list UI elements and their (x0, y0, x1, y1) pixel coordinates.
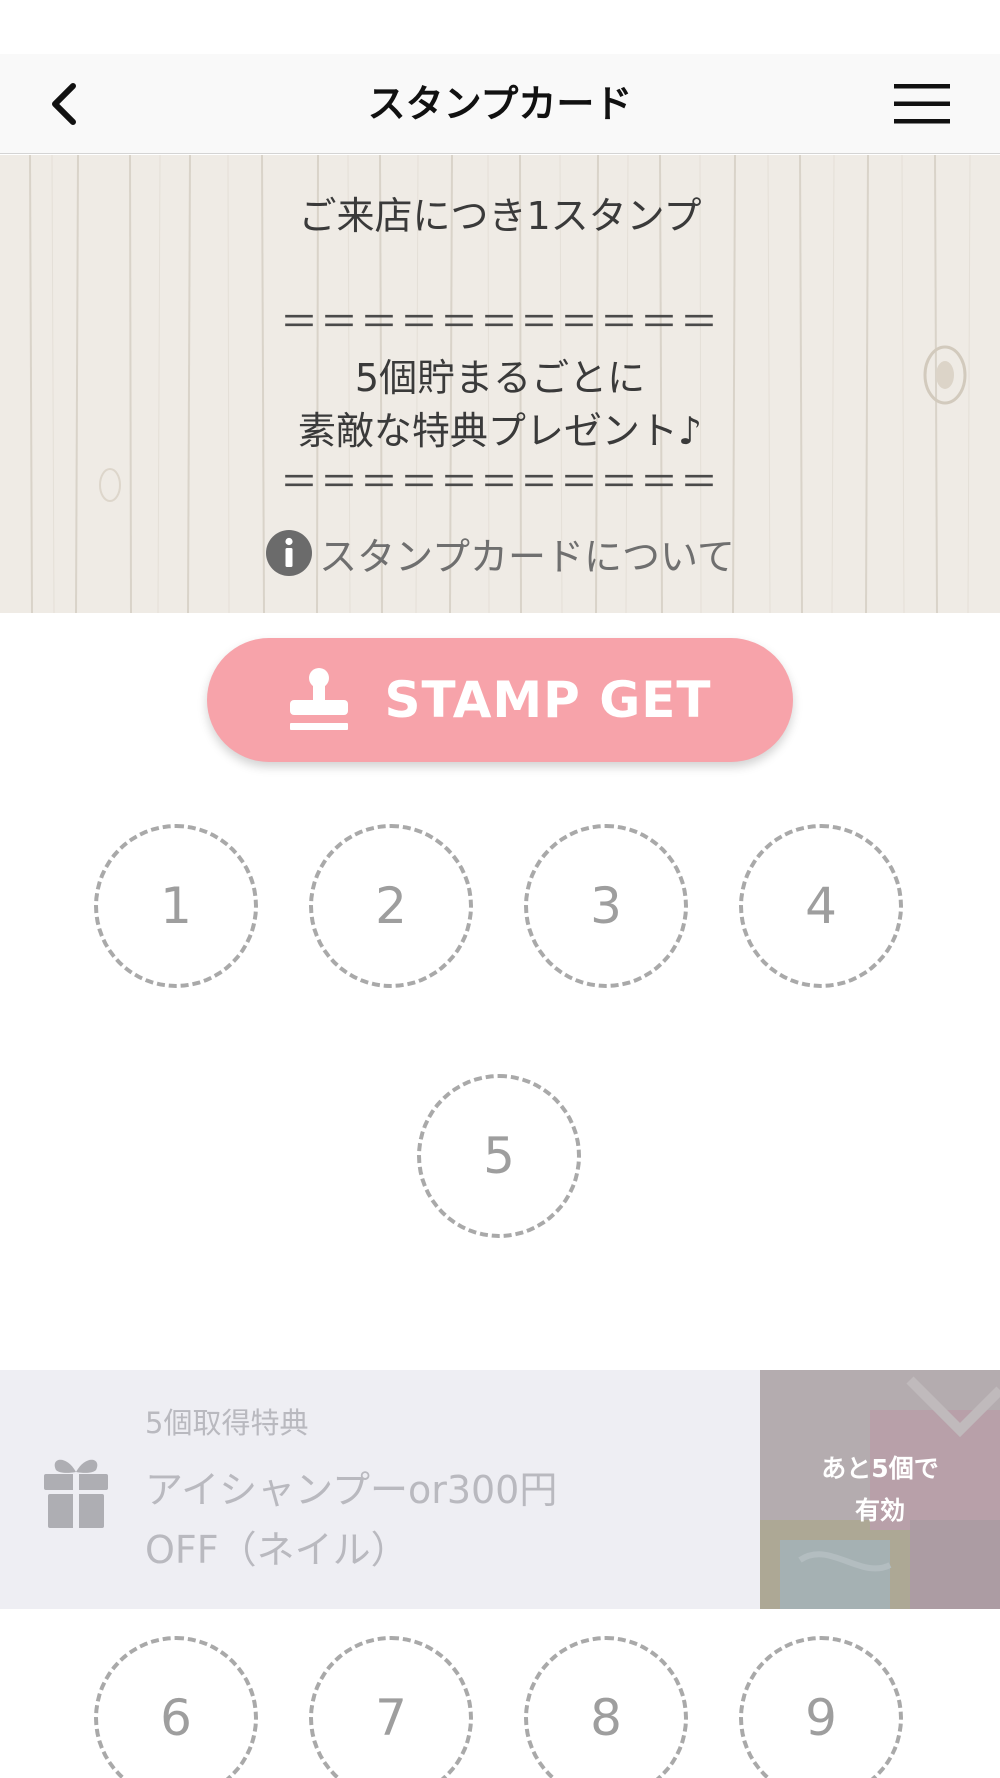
reward-status-overlay: あと5個で 有効 (760, 1370, 1000, 1609)
reward-row[interactable]: 5個取得特典 アイシャンプーor300円 OFF（ネイル） あと5個で 有効 (0, 1370, 1000, 1609)
banner-line-1: ご来店につき1スタンプ (298, 194, 702, 238)
reward-thumbnail: あと5個で 有効 (760, 1370, 1000, 1609)
reward-status-line-2: 有効 (854, 1495, 905, 1525)
stamp-slot-8: 8 (524, 1636, 688, 1778)
reward-caption: 5個取得特典 (145, 1406, 309, 1440)
banner-separator-bottom: ＝＝＝＝＝＝＝＝＝＝＝ (279, 460, 720, 504)
stamp-slot-4: 4 (739, 824, 903, 988)
about-link-label: スタンプカードについて (319, 534, 735, 579)
banner-line-3: 素敵な特典プレゼント♪ (297, 409, 703, 453)
banner-separator-top: ＝＝＝＝＝＝＝＝＝＝＝ (279, 300, 720, 344)
info-icon (266, 530, 313, 576)
stamp-get-button[interactable]: STAMP GET (207, 638, 793, 762)
stamp-get-label: STAMP GET (384, 671, 712, 729)
stamp-slot-6: 6 (94, 1636, 258, 1778)
stamp-slot-2: 2 (309, 824, 473, 988)
stamp-card-screen: スタンプカード ご来店につき1スタンプ ＝＝＝＝＝＝＝＝＝＝＝ 5個貯まるごとに… (0, 0, 1000, 1778)
about-stamp-card-link[interactable]: スタンプカードについて (0, 523, 1000, 583)
stamp-slot-1: 1 (94, 824, 258, 988)
stamp-slot-5: 5 (417, 1074, 581, 1238)
banner-line-2: 5個貯まるごとに (354, 356, 646, 400)
reward-title-line-2: OFF（ネイル） (145, 1528, 409, 1572)
back-button[interactable] (30, 74, 96, 134)
hamburger-menu-icon (894, 84, 950, 124)
reward-title: アイシャンプーor300円 OFF（ネイル） (145, 1460, 745, 1580)
stamp-slot-3: 3 (524, 824, 688, 988)
info-banner: ご来店につき1スタンプ ＝＝＝＝＝＝＝＝＝＝＝ 5個貯まるごとに 素敵な特典プレ… (0, 155, 1000, 613)
chevron-left-icon (52, 83, 76, 125)
reward-status-line-1: あと5個で (821, 1453, 939, 1483)
navigation-bar: スタンプカード (0, 54, 1000, 154)
gift-icon (44, 1459, 108, 1528)
menu-button[interactable] (880, 74, 964, 134)
status-bar (0, 0, 1000, 54)
stamp-slot-9: 9 (739, 1636, 903, 1778)
stamp-slot-7: 7 (309, 1636, 473, 1778)
stamp-icon (290, 668, 349, 730)
page-title: スタンプカード (367, 82, 633, 126)
reward-title-line-1: アイシャンプーor300円 (145, 1468, 558, 1512)
